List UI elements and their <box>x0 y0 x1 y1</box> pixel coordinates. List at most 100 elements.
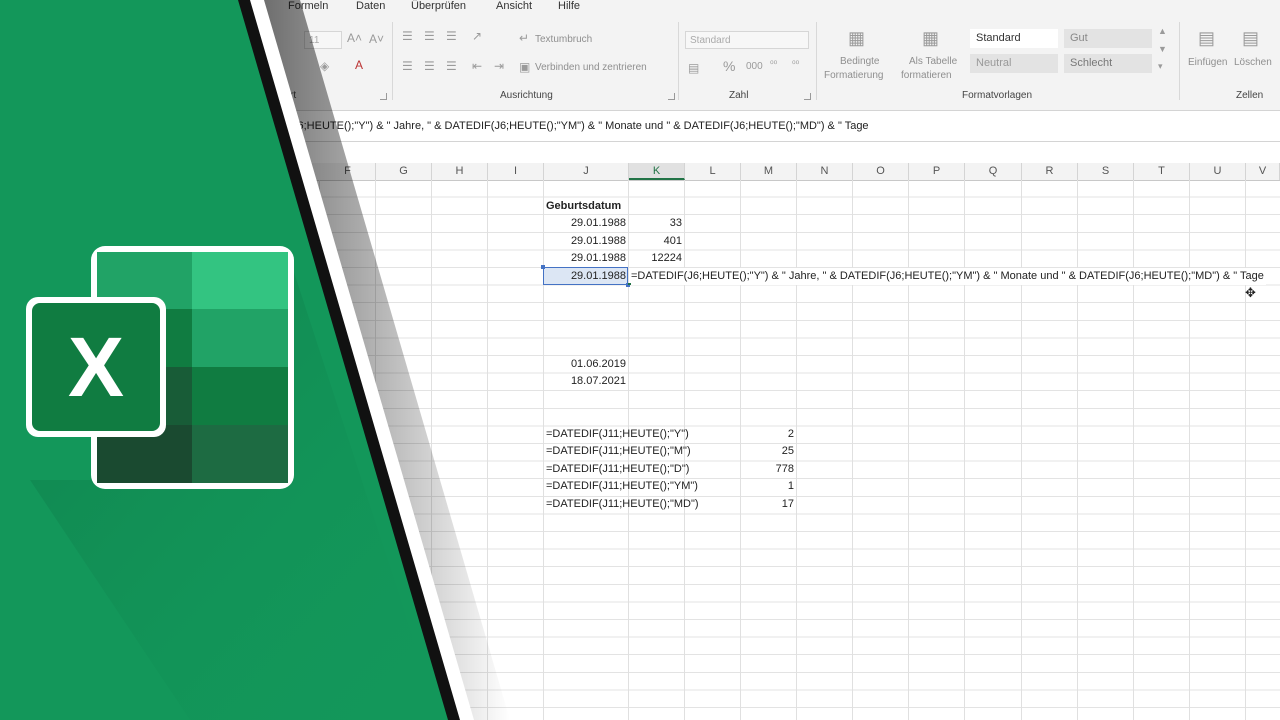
tab-hilfe[interactable]: Hilfe <box>558 0 580 12</box>
group-separator <box>392 22 393 100</box>
style-gut[interactable]: Gut <box>1064 29 1152 48</box>
font-color-icon[interactable]: A <box>355 58 363 72</box>
column-header-row: F G H I J K L M N O P Q R S T U V <box>0 163 1280 181</box>
tab-daten[interactable]: Daten <box>356 0 385 12</box>
align-bottom-icon[interactable]: ☰ <box>446 29 457 43</box>
cell-value[interactable]: 33 <box>629 215 682 232</box>
conditional-formatting-label-2[interactable]: Formatierung <box>824 70 883 81</box>
cell-value[interactable]: 401 <box>629 233 682 250</box>
cell-header-geburtsdatum[interactable]: Geburtsdatum <box>546 198 621 215</box>
column-header-r[interactable]: R <box>1022 163 1078 180</box>
merge-center-button[interactable]: Verbinden und zentrieren <box>535 62 647 73</box>
font-dialog-launcher-icon[interactable] <box>380 93 387 100</box>
font-size-select[interactable]: 11 <box>304 31 342 49</box>
cell-date[interactable]: 18.07.2021 <box>544 373 626 390</box>
cell-date[interactable]: 29.01.1988 <box>544 233 626 250</box>
group-separator <box>1179 22 1180 100</box>
cell-date[interactable]: 01.06.2019 <box>544 356 626 373</box>
column-header-t[interactable]: T <box>1134 163 1190 180</box>
shrink-font-icon[interactable]: A˅ <box>369 32 384 46</box>
delete-cells-icon[interactable]: ▤ <box>1242 28 1259 49</box>
merge-icon[interactable]: ▣ <box>519 60 530 74</box>
wrap-text-icon[interactable]: ↵ <box>519 31 529 45</box>
group-label-cells: Zellen <box>1236 90 1264 101</box>
conditional-formatting-label-1[interactable]: Bedingte <box>840 56 879 67</box>
insert-cells-button[interactable]: Einfügen <box>1188 57 1227 68</box>
gridline <box>908 180 909 720</box>
cursor-move-icon: ✥ <box>1245 285 1256 300</box>
align-right-icon[interactable]: ☰ <box>446 59 457 73</box>
align-center-icon[interactable]: ☰ <box>424 59 435 73</box>
increase-decimal-icon[interactable]: ⁰⁰ <box>770 59 777 70</box>
cell-formula-text[interactable]: =DATEDIF(J11;HEUTE();"MD") <box>546 496 699 513</box>
column-header-j[interactable]: J <box>544 163 629 180</box>
styles-more-icon[interactable]: ▾ <box>1158 61 1163 72</box>
group-label-alignment: Ausrichtung <box>500 90 553 101</box>
tab-ansicht[interactable]: Ansicht <box>496 0 532 12</box>
column-header-h[interactable]: H <box>432 163 488 180</box>
thousands-separator-icon[interactable]: 000 <box>746 61 763 72</box>
style-neutral[interactable]: Neutral <box>970 54 1058 73</box>
cell-formula-result[interactable]: 778 <box>741 461 794 478</box>
column-header-v[interactable]: V <box>1246 163 1280 180</box>
cell-formula-text[interactable]: =DATEDIF(J11;HEUTE();"D") <box>546 461 689 478</box>
grow-font-icon[interactable]: A˄ <box>347 31 362 45</box>
conditional-formatting-icon[interactable]: ▦ <box>848 28 865 49</box>
gridline <box>1077 180 1078 720</box>
cell-formula-result[interactable]: 1 <box>741 478 794 495</box>
formula-bar[interactable]: J6;HEUTE();"Y") & " Jahre, " & DATEDIF(J… <box>0 111 1280 142</box>
cell-formula-result[interactable]: 17 <box>741 496 794 513</box>
orientation-icon[interactable]: ↗ <box>472 29 482 43</box>
column-header-p[interactable]: P <box>909 163 965 180</box>
column-header-g[interactable]: G <box>376 163 432 180</box>
fill-color-icon[interactable]: ◈ <box>320 59 329 73</box>
percent-icon[interactable]: % <box>723 58 735 74</box>
align-top-icon[interactable]: ☰ <box>402 29 413 43</box>
decrease-decimal-icon[interactable]: ⁰⁰ <box>792 59 799 70</box>
insert-cells-icon[interactable]: ▤ <box>1198 28 1215 49</box>
delete-cells-button[interactable]: Löschen <box>1234 57 1272 68</box>
column-header-i[interactable]: I <box>488 163 544 180</box>
decrease-indent-icon[interactable]: ⇤ <box>472 59 482 73</box>
column-header-n[interactable]: N <box>797 163 853 180</box>
as-table-label-1[interactable]: Als Tabelle <box>909 56 957 67</box>
accounting-format-icon[interactable]: ▤ <box>688 61 699 75</box>
column-header-f[interactable]: F <box>320 163 376 180</box>
increase-indent-icon[interactable]: ⇥ <box>494 59 504 73</box>
cell-formula-text[interactable]: =DATEDIF(J11;HEUTE();"YM") <box>546 478 698 495</box>
cell-date-selected[interactable]: 29.01.1988 <box>544 268 626 285</box>
align-middle-icon[interactable]: ☰ <box>424 29 435 43</box>
formula-bar-text[interactable]: J6;HEUTE();"Y") & " Jahre, " & DATEDIF(J… <box>292 111 869 141</box>
gridline <box>796 180 797 720</box>
column-header-k[interactable]: K <box>629 163 685 180</box>
cell-formula-result[interactable]: 25 <box>741 443 794 460</box>
as-table-label-2[interactable]: formatieren <box>901 70 952 81</box>
tab-ueberpruefen[interactable]: Überprüfen <box>411 0 466 12</box>
style-standard[interactable]: Standard <box>970 29 1058 48</box>
number-dialog-launcher-icon[interactable] <box>804 93 811 100</box>
tab-formeln[interactable]: Formeln <box>288 0 328 12</box>
column-header-o[interactable]: O <box>853 163 909 180</box>
column-header-l[interactable]: L <box>685 163 741 180</box>
alignment-dialog-launcher-icon[interactable] <box>668 93 675 100</box>
number-format-select[interactable]: Standard <box>685 31 809 49</box>
styles-scroll-up-icon[interactable]: ▲ <box>1158 26 1167 36</box>
cell-date[interactable]: 29.01.1988 <box>544 215 626 232</box>
column-header-q[interactable]: Q <box>965 163 1022 180</box>
column-header-s[interactable]: S <box>1078 163 1134 180</box>
column-header-m[interactable]: M <box>741 163 797 180</box>
number-format-value: Standard <box>690 35 731 46</box>
cell-formula-text[interactable]: =DATEDIF(J11;HEUTE();"M") <box>546 443 691 460</box>
cell-editing-formula[interactable]: =DATEDIF(J6;HEUTE();"Y") & " Jahre, " & … <box>631 268 1266 285</box>
align-left-icon[interactable]: ☰ <box>402 59 413 73</box>
styles-scroll-down-icon[interactable]: ▼ <box>1158 44 1167 54</box>
style-schlecht[interactable]: Schlecht <box>1064 54 1152 73</box>
cell-value[interactable]: 12224 <box>629 250 682 267</box>
cell-formula-result[interactable]: 2 <box>741 426 794 443</box>
gridline <box>1133 180 1134 720</box>
cell-formula-text[interactable]: =DATEDIF(J11;HEUTE();"Y") <box>546 426 689 443</box>
format-as-table-icon[interactable]: ▦ <box>922 28 939 49</box>
cell-date[interactable]: 29.01.1988 <box>544 250 626 267</box>
wrap-text-button[interactable]: Textumbruch <box>535 34 592 45</box>
column-header-u[interactable]: U <box>1190 163 1246 180</box>
